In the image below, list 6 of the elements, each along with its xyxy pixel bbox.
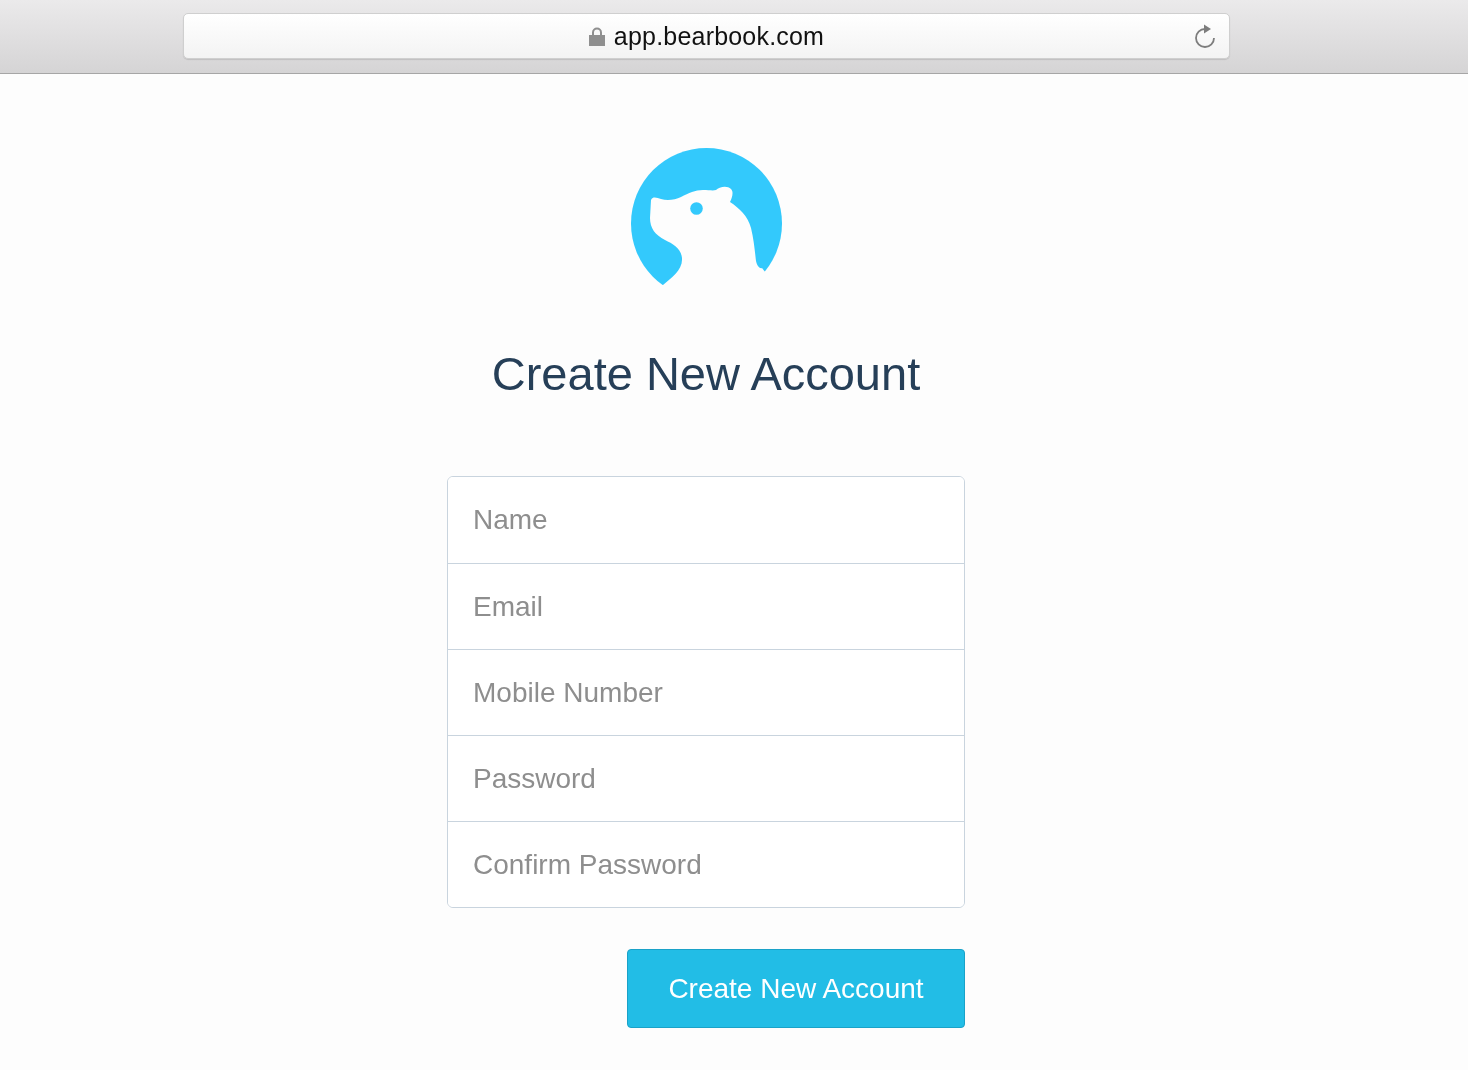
address-bar[interactable]: app.bearbook.com	[183, 13, 1230, 59]
page-title: Create New Account	[491, 350, 921, 397]
lock-icon	[588, 26, 605, 46]
url-text: app.bearbook.com	[613, 23, 825, 49]
reload-button[interactable]	[1193, 22, 1217, 50]
input-field[interactable]: Confirm Password	[448, 821, 964, 907]
